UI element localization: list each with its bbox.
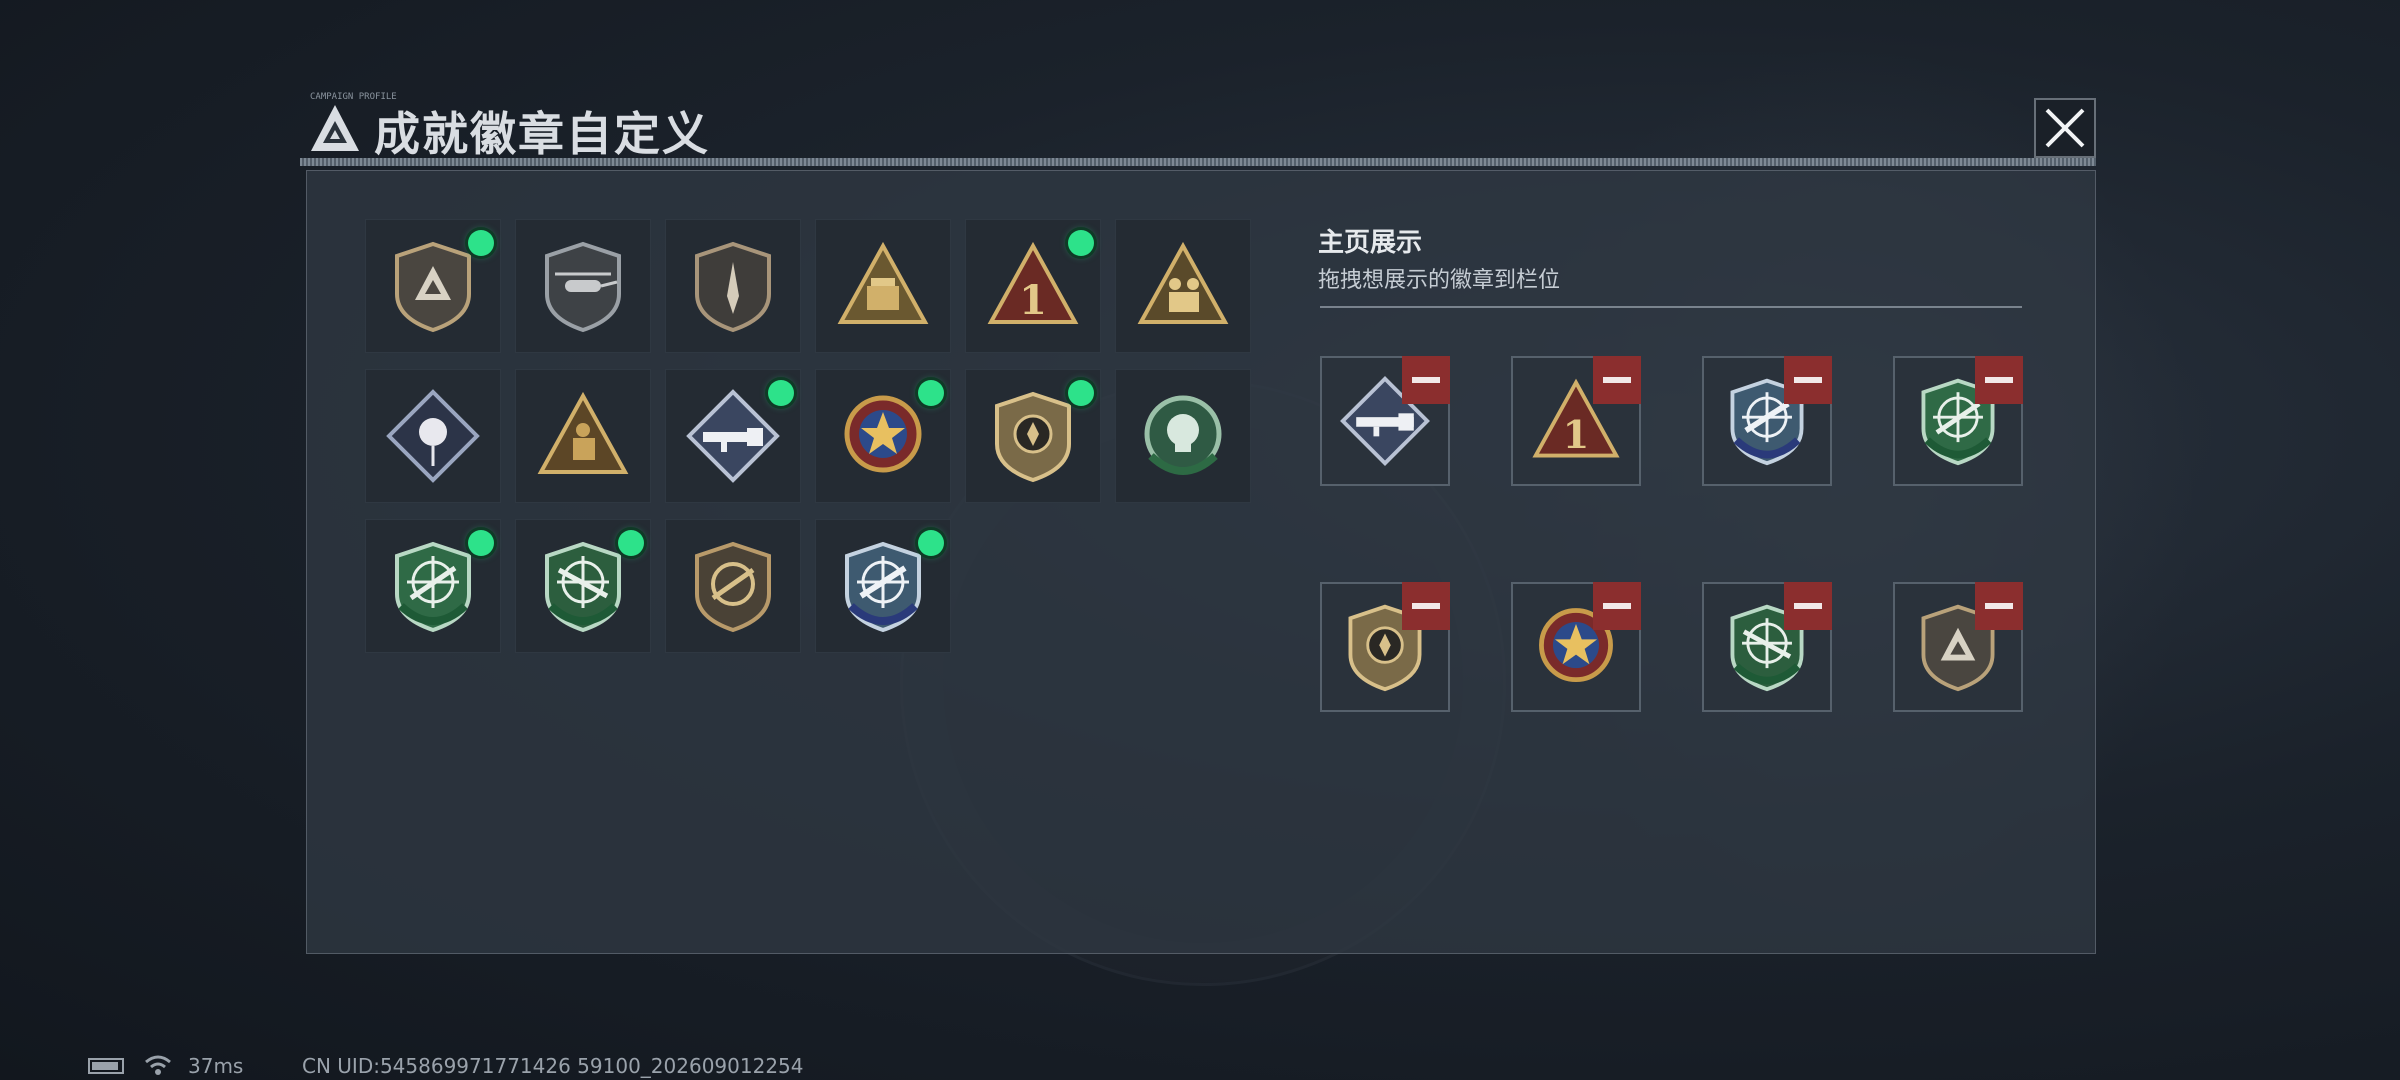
uid-text: CN UID:545869971771426 59100_20260901225… <box>302 1054 804 1078</box>
title-divider <box>300 158 2096 166</box>
badge-cell[interactable] <box>665 519 801 653</box>
minus-icon <box>1794 603 1822 609</box>
helicopter-shield-badge-icon <box>545 241 621 333</box>
minus-icon <box>1603 377 1631 383</box>
owned-indicator-icon <box>468 230 494 256</box>
missile-launcher-triangle-badge-icon <box>837 241 929 324</box>
remove-badge-button[interactable] <box>1784 582 1832 630</box>
showcase-slot[interactable] <box>1702 356 1832 486</box>
owned-indicator-icon <box>618 530 644 556</box>
showcase-slot[interactable] <box>1511 582 1641 712</box>
badge-cell[interactable] <box>515 369 651 503</box>
owned-indicator-icon <box>918 530 944 556</box>
remove-badge-button[interactable] <box>1975 582 2023 630</box>
soldiers-triangle-badge-icon <box>1137 241 1229 324</box>
remove-badge-button[interactable] <box>1402 356 1450 404</box>
ping-value: 37ms <box>188 1054 244 1078</box>
battery-icon <box>88 1058 124 1074</box>
minus-icon <box>1412 603 1440 609</box>
owned-indicator-icon <box>1068 380 1094 406</box>
badge-cell[interactable] <box>665 219 801 353</box>
showcase-slot[interactable]: 1 <box>1511 356 1641 486</box>
minus-icon <box>1985 603 2013 609</box>
blue-rocket-crosshair-badge-icon <box>845 541 921 633</box>
showcase-slot[interactable] <box>1702 582 1832 712</box>
triangle-shield-badge-icon <box>395 241 471 333</box>
minus-icon <box>1603 603 1631 609</box>
title-bar: CAMPAIGN PROFILE 成就徽章自定义 <box>296 92 2100 166</box>
badge-cell[interactable] <box>515 219 651 353</box>
badge-cell[interactable] <box>365 369 501 503</box>
green-rifle-crosshair-badge-icon <box>395 541 471 633</box>
minus-icon <box>1985 377 2013 383</box>
showcase-slot[interactable] <box>1893 582 2023 712</box>
soldier-kneeling-triangle-badge-icon <box>537 391 629 474</box>
badge-cell[interactable] <box>815 219 951 353</box>
badge-cell[interactable] <box>1115 219 1251 353</box>
remove-badge-button[interactable] <box>1784 356 1832 404</box>
rose-diamond-badge-icon <box>386 389 480 483</box>
close-button[interactable] <box>2034 98 2096 158</box>
green-skull-badge-icon <box>1144 395 1222 475</box>
dagger-shield-badge-icon <box>695 241 771 333</box>
badge-cell[interactable]: 1 <box>965 219 1101 353</box>
showcase-slot[interactable] <box>1893 356 2023 486</box>
showcase-slot[interactable] <box>1320 582 1450 712</box>
minus-icon <box>1794 377 1822 383</box>
badge-cell[interactable] <box>815 369 951 503</box>
gold-emblem-shield-badge-icon <box>995 391 1071 483</box>
badge-cell[interactable] <box>1115 369 1251 503</box>
wifi-icon <box>145 1055 171 1075</box>
star-medal-badge-icon <box>844 395 922 473</box>
badge-cell[interactable] <box>365 219 501 353</box>
showcase-slot[interactable] <box>1320 356 1450 486</box>
remove-badge-button[interactable] <box>1402 582 1450 630</box>
owned-indicator-icon <box>768 380 794 406</box>
svg-text:1: 1 <box>1019 277 1047 324</box>
remove-badge-button[interactable] <box>1975 356 2023 404</box>
owned-indicator-icon <box>1068 230 1094 256</box>
owned-indicator-icon <box>468 530 494 556</box>
badge-cell[interactable] <box>665 369 801 503</box>
minus-icon <box>1412 377 1440 383</box>
showcase-title: 主页展示 <box>1318 228 1423 258</box>
number-one-triangle-badge-icon: 1 <box>987 241 1079 324</box>
page-title: 成就徽章自定义 <box>374 107 710 161</box>
badge-cell[interactable] <box>815 519 951 653</box>
bronze-rifle-circle-badge-icon <box>695 541 771 633</box>
svg-text:1: 1 <box>1563 413 1590 458</box>
green-sniper-crosshair-badge-icon <box>545 541 621 633</box>
badge-cell[interactable] <box>965 369 1101 503</box>
remove-badge-button[interactable] <box>1593 582 1641 630</box>
owned-indicator-icon <box>918 380 944 406</box>
rocket-launcher-diamond-badge-icon <box>686 389 780 483</box>
triangle-logo-icon <box>311 105 359 151</box>
remove-badge-button[interactable] <box>1593 356 1641 404</box>
showcase-divider <box>1320 306 2022 308</box>
showcase-subtitle: 拖拽想展示的徽章到栏位 <box>1318 268 1561 293</box>
badge-cell[interactable] <box>515 519 651 653</box>
badge-cell[interactable] <box>365 519 501 653</box>
close-icon <box>2045 108 2085 148</box>
